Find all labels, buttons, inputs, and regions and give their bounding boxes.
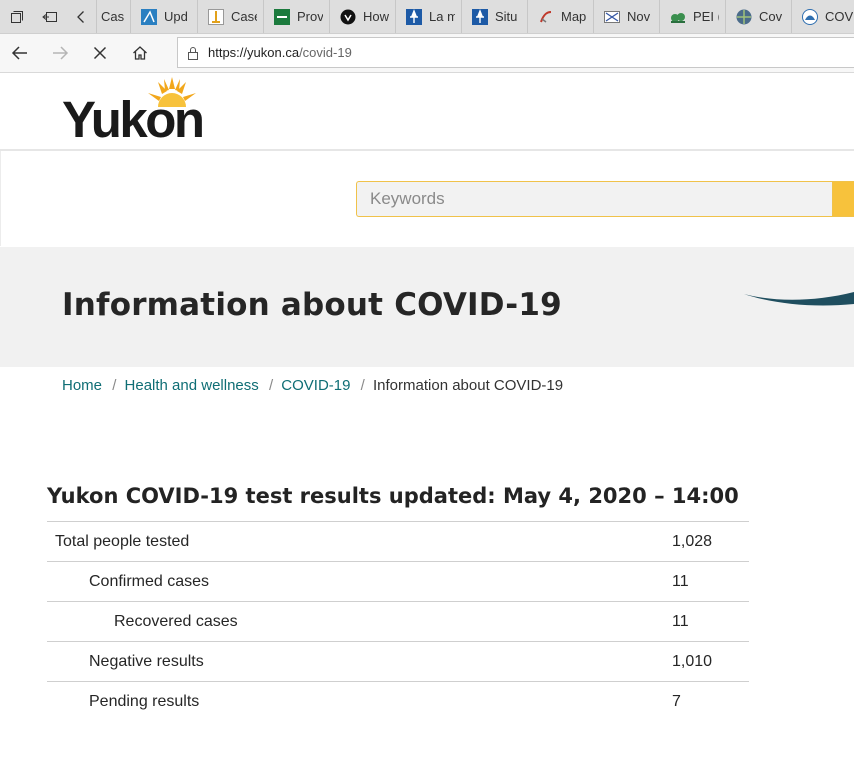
row-value: 7 — [672, 681, 749, 722]
hero-banner: Information about COVID-19 — [0, 247, 854, 367]
decorative-swoosh — [744, 292, 854, 306]
table-row: Negative results 1,010 — [47, 641, 749, 682]
url-host: https://yukon.ca — [208, 45, 300, 60]
tab-scroll-left-icon[interactable] — [66, 0, 96, 33]
quebec-fleur-icon — [405, 8, 422, 25]
set-aside-tabs-icon[interactable] — [33, 0, 66, 33]
row-value: 1,010 — [672, 641, 749, 682]
browser-tab[interactable]: Prov — [263, 0, 329, 33]
table-row: Pending results 7 — [47, 681, 749, 722]
tab-title: Case — [231, 9, 257, 24]
tab-title: Situ — [495, 9, 518, 24]
tab-title: Cov — [759, 9, 783, 24]
browser-tab[interactable]: COV — [791, 0, 854, 33]
browser-navigation-bar: https://yukon.ca/covid-19 — [0, 34, 854, 73]
breadcrumb-separator: / — [112, 377, 117, 394]
tab-title: PEI ( — [693, 9, 719, 24]
home-icon[interactable] — [120, 34, 160, 72]
results-heading: Yukon COVID-19 test results updated: May… — [47, 484, 739, 508]
browser-tab[interactable]: Nov — [593, 0, 659, 33]
tab-title: Map — [561, 9, 587, 24]
browser-tab[interactable]: Cov — [725, 0, 791, 33]
breadcrumb-covid-link[interactable]: COVID-19 — [281, 377, 350, 394]
tab-title: COV — [825, 9, 854, 24]
stop-loading-icon[interactable] — [80, 34, 120, 72]
logo-wordmark: Yukon — [62, 91, 205, 148]
browser-tab[interactable]: La m — [395, 0, 461, 33]
row-value: 11 — [672, 561, 749, 602]
row-label: Total people tested — [47, 521, 672, 562]
search-button[interactable] — [832, 181, 854, 217]
browser-tab-strip: Case Upd Case Prov How La m Situ Map Nov… — [0, 0, 854, 34]
quebec-fleur-icon — [471, 8, 488, 25]
browser-tab[interactable]: PEI ( — [659, 0, 725, 33]
forward-arrow-icon[interactable] — [40, 34, 80, 72]
browser-tab[interactable]: How — [329, 0, 395, 33]
ns-icon — [603, 8, 620, 25]
page-title: Information about COVID-19 — [62, 287, 562, 323]
address-bar[interactable]: https://yukon.ca/covid-19 — [177, 37, 854, 68]
breadcrumb-health-link[interactable]: Health and wellness — [125, 377, 259, 394]
breadcrumb: Home / Health and wellness / COVID-19 / … — [62, 377, 563, 394]
browser-tab[interactable]: Case — [96, 0, 130, 33]
tab-title: Nov — [627, 9, 651, 24]
site-header: Yukon — [0, 73, 854, 151]
results-table: Total people tested 1,028 Confirmed case… — [47, 521, 749, 722]
breadcrumb-separator: / — [360, 377, 365, 394]
row-label: Confirmed cases — [47, 561, 672, 602]
back-arrow-icon[interactable] — [0, 34, 40, 72]
alberta-icon — [140, 8, 157, 25]
tab-title: How — [363, 9, 389, 24]
lock-icon — [178, 46, 208, 60]
nb-icon — [537, 8, 554, 25]
search-band — [0, 151, 854, 246]
bc-icon — [207, 8, 224, 25]
tab-actions-icon[interactable] — [0, 0, 33, 33]
search-input[interactable] — [356, 181, 832, 217]
yukon-logo[interactable]: Yukon — [62, 77, 222, 148]
tab-title: La m — [429, 9, 455, 24]
table-row: Recovered cases 11 — [47, 601, 749, 642]
tab-title: Prov — [297, 9, 323, 24]
table-row: Confirmed cases 11 — [47, 561, 749, 602]
row-label: Recovered cases — [47, 601, 672, 642]
row-value: 11 — [672, 601, 749, 642]
tab-title: Case — [101, 9, 124, 24]
table-row: Total people tested 1,028 — [47, 521, 749, 562]
browser-tab[interactable]: Map — [527, 0, 593, 33]
pei-icon — [669, 8, 686, 25]
ontario-icon — [339, 8, 356, 25]
breadcrumb-home-link[interactable]: Home — [62, 377, 102, 394]
globe-icon — [735, 8, 752, 25]
breadcrumb-current: Information about COVID-19 — [373, 377, 564, 394]
breadcrumb-separator: / — [268, 377, 274, 394]
url-path: /covid-19 — [299, 45, 352, 60]
row-value: 1,028 — [672, 521, 749, 562]
browser-tab[interactable]: Upd — [130, 0, 197, 33]
nl-icon — [801, 8, 818, 25]
saskatchewan-icon — [273, 8, 290, 25]
browser-tab[interactable]: Case — [197, 0, 263, 33]
row-label: Pending results — [47, 681, 672, 722]
browser-tab[interactable]: Situ — [461, 0, 527, 33]
row-label: Negative results — [47, 641, 672, 682]
tab-title: Upd — [164, 9, 188, 24]
